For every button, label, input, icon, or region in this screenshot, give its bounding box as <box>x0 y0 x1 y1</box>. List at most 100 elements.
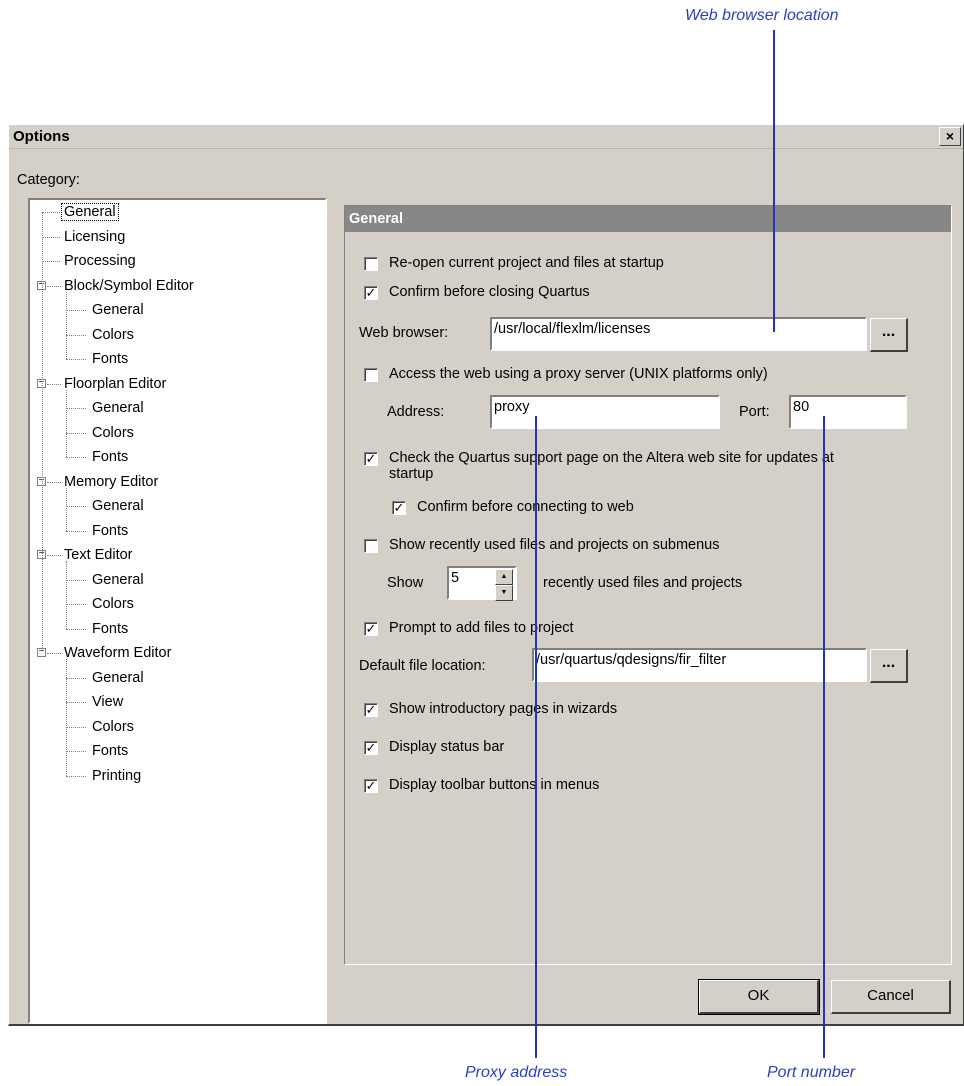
confirm-connect-checkbox[interactable]: ✓ <box>392 501 406 515</box>
default-location-input[interactable]: /usr/quartus/qdesigns/fir_filter <box>532 648 867 682</box>
tree-item[interactable]: Fonts <box>90 349 130 369</box>
tree-item[interactable]: General <box>90 668 146 688</box>
tree-item[interactable]: Colors <box>90 325 136 345</box>
tree-connector <box>66 487 67 531</box>
tree-connector <box>42 212 43 648</box>
tree-item[interactable]: Memory Editor <box>62 472 160 492</box>
tree-connector <box>47 285 61 287</box>
check-mark-icon: ✓ <box>365 285 377 300</box>
tree-item[interactable]: General <box>90 570 146 590</box>
tree-item-label: Waveform Editor <box>64 645 172 661</box>
tree-connector <box>66 310 86 311</box>
tree-item[interactable]: Floorplan Editor <box>62 374 168 394</box>
tree-item[interactable]: Fonts <box>90 741 130 761</box>
general-panel: General Re-open current project and file… <box>344 205 952 965</box>
tree-item-label: General <box>92 400 144 416</box>
cancel-button[interactable]: Cancel <box>831 980 951 1014</box>
callout-line-port-number <box>823 416 825 1058</box>
callout-line-web-browser <box>773 30 775 332</box>
tree-item-label: Colors <box>92 718 134 735</box>
tree-connector <box>66 579 86 581</box>
tree-item[interactable]: View <box>90 692 125 712</box>
tree-item-label: Fonts <box>92 743 129 759</box>
toolbar-buttons-checkbox[interactable]: ✓ <box>364 779 378 793</box>
tree-item-label: Fonts <box>92 620 129 637</box>
tree-connector <box>47 481 61 483</box>
title-bar: Options × <box>9 125 963 149</box>
tree-item-label: View <box>92 694 124 710</box>
tree-item[interactable]: Colors <box>90 594 136 614</box>
web-browser-input[interactable]: /usr/local/flexlm/licenses <box>490 317 867 351</box>
tree-connector <box>66 604 86 605</box>
tree-item[interactable]: Processing <box>62 251 138 271</box>
minus-box-icon[interactable]: − <box>37 647 46 657</box>
callout-line-proxy-address <box>535 416 537 1058</box>
tree-item[interactable]: Waveform Editor <box>62 643 173 663</box>
show-recent-checkbox[interactable] <box>364 539 378 553</box>
category-label: Category: <box>17 172 80 188</box>
web-browser-browse-button[interactable]: ... <box>870 318 908 352</box>
tree-item[interactable]: Fonts <box>90 521 130 541</box>
tree-connector <box>66 389 67 457</box>
tree-item[interactable]: General <box>90 398 146 418</box>
tree-item-label: General <box>92 302 144 318</box>
proxy-label: Access the web using a proxy server (UNI… <box>389 366 768 382</box>
tree-item[interactable]: Fonts <box>90 447 130 467</box>
ok-button[interactable]: OK <box>698 979 820 1015</box>
spin-down-button[interactable]: ▼ <box>495 585 513 601</box>
tree-connector <box>66 659 67 776</box>
proxy-address-input[interactable]: proxy <box>490 395 720 429</box>
tree-connector <box>66 561 67 629</box>
tree-item-label: Colors <box>92 326 134 343</box>
toolbar-buttons-label: Display toolbar buttons in menus <box>389 777 600 793</box>
show-recent-label: Show recently used files and projects on… <box>389 537 720 553</box>
tree-item[interactable]: Text Editor <box>62 545 135 565</box>
spin-up-button[interactable]: ▲ <box>495 569 513 585</box>
tree-item[interactable]: Licensing <box>62 227 127 247</box>
prompt-add-label: Prompt to add files to project <box>389 620 574 636</box>
tree-connector <box>66 359 86 360</box>
tree-item-label: Fonts <box>92 351 129 367</box>
check-updates-checkbox[interactable]: ✓ <box>364 452 378 466</box>
category-tree[interactable]: General Licensing Processing Block/Symbol E… <box>28 198 327 1024</box>
check-updates-label-line1: Check the Quartus support page on the Al… <box>389 450 834 466</box>
intro-pages-label: Show introductory pages in wizards <box>389 701 618 717</box>
prompt-add-checkbox[interactable]: ✓ <box>364 622 378 636</box>
check-mark-icon: ✓ <box>365 702 377 717</box>
tree-connector <box>47 653 61 654</box>
tree-connector <box>66 702 86 703</box>
tree-item[interactable]: Fonts <box>90 619 130 639</box>
proxy-checkbox[interactable] <box>364 368 378 382</box>
tree-item[interactable]: General <box>61 202 119 222</box>
tree-item-label: General <box>92 498 144 514</box>
check-mark-icon: ✓ <box>365 740 377 755</box>
confirm-close-checkbox[interactable]: ✓ <box>364 286 378 300</box>
tree-connector <box>47 383 61 385</box>
confirm-connect-label: Confirm before connecting to web <box>417 499 634 515</box>
status-bar-label: Display status bar <box>389 739 505 755</box>
tree-connector <box>66 628 86 630</box>
tree-item-label: Colors <box>92 596 134 612</box>
tree-item[interactable]: Printing <box>90 766 143 786</box>
reopen-label: Re-open current project and files at sta… <box>389 255 664 271</box>
tree-connector <box>66 677 86 679</box>
tree-item[interactable]: General <box>90 496 146 516</box>
tree-item-label: Text Editor <box>64 547 133 563</box>
tree-item[interactable]: General <box>90 300 146 320</box>
tree-item-label: Colors <box>92 424 134 441</box>
panel-header: General <box>345 206 951 232</box>
tree-connector <box>66 775 86 777</box>
port-input[interactable]: 80 <box>789 395 907 429</box>
tree-item[interactable]: Colors <box>90 717 136 737</box>
close-button[interactable]: × <box>939 127 961 146</box>
intro-pages-checkbox[interactable]: ✓ <box>364 703 378 717</box>
tree-connector <box>66 408 86 409</box>
dialog-title: Options <box>13 128 70 145</box>
reopen-checkbox[interactable] <box>364 257 378 271</box>
tree-connector <box>47 555 61 556</box>
default-location-browse-button[interactable]: ... <box>870 649 908 683</box>
status-bar-checkbox[interactable]: ✓ <box>364 741 378 755</box>
tree-item[interactable]: Block/Symbol Editor <box>62 276 196 296</box>
tree-item[interactable]: Colors <box>90 423 136 443</box>
check-mark-icon: ✓ <box>365 778 377 793</box>
